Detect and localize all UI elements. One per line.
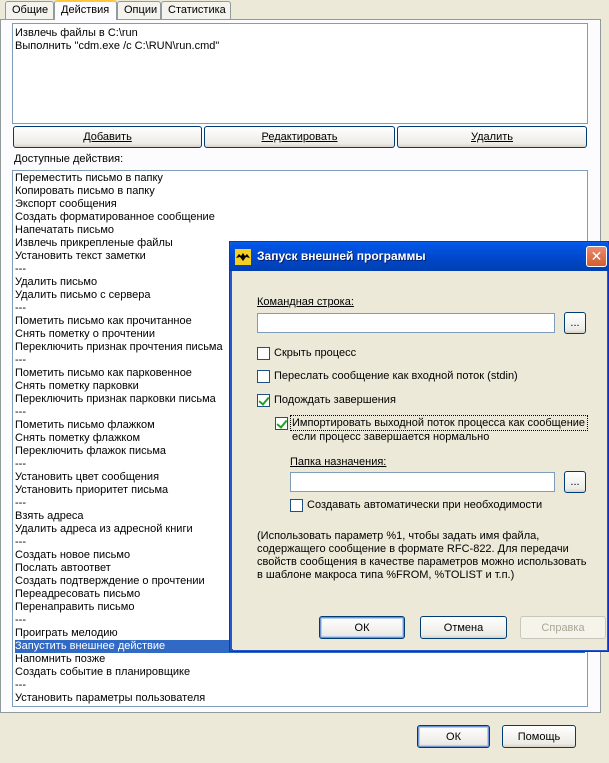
destination-folder-label: Папка назначения: (290, 456, 387, 468)
tab-label: Действия (61, 4, 110, 16)
ok-label: ОК (446, 730, 461, 743)
ok-button[interactable]: ОК (417, 725, 490, 748)
list-item[interactable]: Экспорт сообщения (15, 198, 585, 211)
note-line: в шаблоне макроса типа %FROM, %TOLIST и … (257, 569, 515, 581)
tab-actions[interactable]: Действия (54, 0, 117, 20)
list-item[interactable]: Копировать письмо в папку (15, 185, 585, 198)
dialog-ok-label: ОК (354, 621, 370, 634)
list-item[interactable]: Переместить письмо в папку (15, 172, 585, 185)
tab-options[interactable]: Опции (117, 1, 161, 19)
note-line: свойств сообщения в качестве параметров … (257, 556, 587, 568)
send-stdin-checkbox[interactable] (257, 370, 270, 383)
help-label: Помощь (517, 730, 561, 743)
browse-label: ... (570, 476, 580, 488)
dialog-ok-button[interactable]: ОК (319, 616, 405, 639)
list-separator[interactable]: --- (15, 679, 585, 692)
send-stdin-label: Переслать сообщение как входной поток (s… (274, 370, 518, 382)
dialog-cancel-label: Отмена (443, 621, 484, 634)
import-output-label-line1: Импортировать выходной поток процесса ка… (292, 417, 586, 429)
list-item[interactable]: Создать событие в планировщике (15, 666, 585, 679)
hide-process-checkbox[interactable] (257, 347, 270, 360)
available-actions-label: Доступные действия: (14, 153, 124, 165)
add-button[interactable]: Добавить (13, 126, 202, 148)
list-item[interactable]: Напечатать письмо (15, 224, 585, 237)
wait-finish-label: Подождать завершения (274, 394, 396, 406)
tab-label: Общие (12, 4, 49, 16)
note-line: содержащего сообщение в формате RFC-822.… (257, 543, 569, 555)
bat-icon (235, 249, 251, 265)
close-icon: ✕ (590, 248, 603, 264)
browse-folder-button[interactable]: ... (564, 471, 586, 493)
tab-label: Статистика (168, 4, 226, 16)
hide-process-label: Скрыть процесс (274, 347, 357, 359)
import-output-label-line2: если процесс завершается нормально (292, 431, 490, 443)
wait-finish-checkbox[interactable] (257, 394, 270, 407)
destination-folder-input[interactable] (290, 472, 555, 492)
list-item[interactable]: Напомнить позже (15, 653, 585, 666)
dialog-help-label: Справка (541, 621, 585, 634)
list-item[interactable]: Выполнить "cdm.exe /c C:\RUN\run.cmd" (15, 40, 585, 53)
command-line-label: Командная строка: (257, 296, 354, 308)
dialog-title: Запуск внешней программы (257, 249, 426, 263)
browse-label: ... (570, 317, 580, 329)
help-button[interactable]: Помощь (502, 725, 576, 748)
add-label: Добавить (83, 131, 132, 143)
dialog-body: Командная строка: ... Скрыть процесс Пер… (233, 271, 607, 650)
command-line-input[interactable] (257, 313, 555, 333)
configured-actions-list[interactable]: Извлечь файлы в C:\run Выполнить "cdm.ex… (12, 23, 588, 124)
dialog-cancel-button[interactable]: Отмена (420, 616, 507, 639)
import-output-checkbox[interactable] (275, 417, 288, 430)
list-item[interactable]: Установить параметры пользователя (15, 692, 585, 705)
auto-create-label: Создавать автоматически при необходимост… (307, 499, 543, 511)
delete-button[interactable]: Удалить (397, 126, 587, 148)
tab-general[interactable]: Общие (5, 1, 54, 19)
dialog-help-button[interactable]: Справка (520, 616, 606, 639)
edit-button[interactable]: Редактировать (204, 126, 395, 148)
run-external-program-dialog: Запуск внешней программы ✕ Командная стр… (229, 241, 609, 652)
list-item[interactable]: Извлечь файлы в C:\run (15, 27, 585, 40)
list-item[interactable]: Создать форматированное сообщение (15, 211, 585, 224)
close-button[interactable]: ✕ (586, 246, 607, 267)
tab-label: Опции (124, 4, 158, 16)
auto-create-checkbox[interactable] (290, 499, 303, 512)
delete-label: Удалить (471, 131, 513, 143)
browse-command-button[interactable]: ... (564, 312, 586, 334)
tab-statistics[interactable]: Статистика (161, 1, 231, 19)
edit-label: Редактировать (261, 131, 338, 143)
note-line: (Использовать параметр %1, чтобы задать … (257, 530, 540, 542)
dialog-titlebar[interactable]: Запуск внешней программы ✕ (230, 242, 609, 271)
note-text: (Использовать параметр %1, чтобы задать … (257, 530, 586, 582)
